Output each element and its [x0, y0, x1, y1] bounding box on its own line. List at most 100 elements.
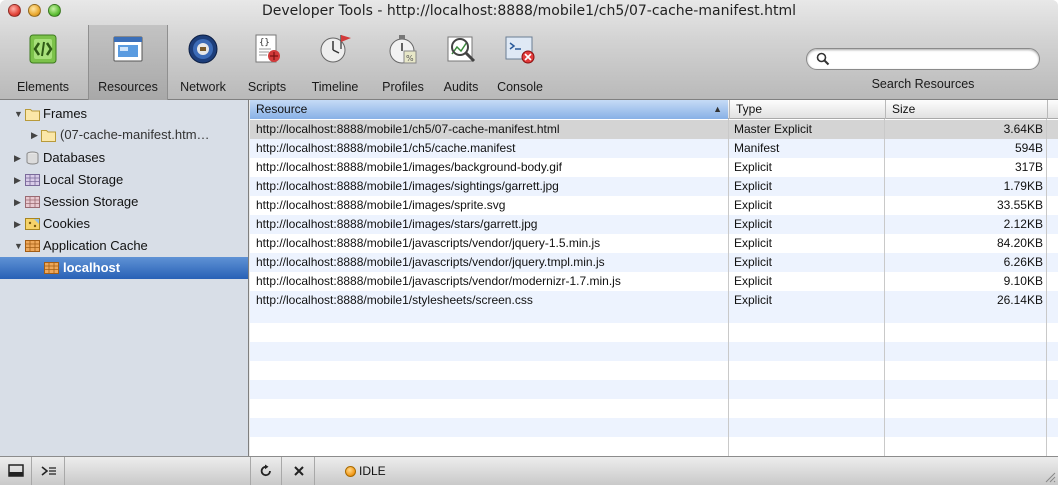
resource-cell: http://localhost:8888/mobile1/images/bac… [256, 160, 562, 174]
resource-cell: http://localhost:8888/mobile1/ch5/07-cac… [256, 122, 560, 136]
search-icon [816, 52, 830, 66]
cache-status-text: IDLE [359, 464, 386, 478]
resource-cell: http://localhost:8888/mobile1/images/spr… [256, 198, 506, 212]
folder-icon [25, 109, 40, 121]
column-header-size[interactable]: Size [885, 100, 1046, 119]
table-row[interactable]: http://localhost:8888/mobile1/images/bac… [250, 158, 1058, 177]
status-bar: IDLE [0, 456, 1058, 485]
table-row[interactable]: http://localhost:8888/mobile1/javascript… [250, 272, 1058, 291]
refresh-button[interactable] [250, 457, 282, 485]
sidebar-item-label: Databases [43, 150, 106, 165]
column-header-type[interactable]: Type [729, 100, 884, 119]
console-toggle-button[interactable] [33, 457, 65, 485]
column-divider[interactable] [1046, 100, 1047, 456]
console-icon [505, 36, 535, 64]
audits-icon [447, 36, 476, 63]
disclosure-collapsed-icon[interactable]: ▶ [31, 124, 41, 146]
toolbar-label: Timeline [311, 80, 359, 94]
size-cell: 6.26KB [1003, 255, 1043, 269]
table-row[interactable]: http://localhost:8888/mobile1/javascript… [250, 234, 1058, 253]
toolbar-label: Elements [16, 80, 70, 94]
size-cell: 84.20KB [996, 236, 1043, 250]
sidebar-item-label: Session Storage [43, 194, 139, 209]
toolbar-label: Resources [98, 80, 158, 94]
toolbar-scripts-button[interactable]: {} Scripts [236, 29, 298, 97]
app-cache-icon [44, 262, 59, 274]
column-header-label: Size [892, 102, 916, 116]
toolbar-console-button[interactable]: Console [488, 29, 552, 97]
sidebar-item-local-storage[interactable]: ▶ Local Storage [0, 169, 248, 191]
disclosure-collapsed-icon[interactable]: ▶ [14, 169, 24, 191]
toolbar-label: Network [180, 80, 226, 94]
type-cell: Explicit [734, 179, 773, 193]
table-row[interactable]: http://localhost:8888/mobile1/javascript… [250, 253, 1058, 272]
table-row[interactable]: http://localhost:8888/mobile1/images/spr… [250, 196, 1058, 215]
resources-sidebar: ▼ Frames ▶ (07-cache-manifest.htm… ▶ Dat… [0, 100, 249, 456]
folder-icon [41, 130, 56, 142]
column-header-resource[interactable]: Resource ▲ [250, 100, 728, 119]
svg-text:{}: {} [259, 38, 270, 48]
search-resources-field[interactable] [806, 48, 1040, 70]
toolbar-timeline-button[interactable]: Timeline [300, 29, 370, 97]
sort-ascending-icon: ▲ [713, 104, 722, 114]
toolbar-label: Scripts [247, 80, 287, 94]
toolbar-label: Profiles [382, 80, 424, 94]
toolbar-audits-button[interactable]: Audits [436, 29, 486, 97]
sidebar-item-application-cache[interactable]: ▼ Application Cache [0, 235, 248, 257]
type-cell: Explicit [734, 198, 773, 212]
table-row[interactable]: http://localhost:8888/mobile1/stylesheet… [250, 291, 1058, 310]
sidebar-item-localhost[interactable]: localhost [0, 257, 248, 279]
toolbar-resources-button[interactable]: Resources [88, 25, 168, 100]
table-row[interactable]: http://localhost:8888/mobile1/images/sta… [250, 215, 1058, 234]
timeline-icon [320, 35, 351, 63]
search-input[interactable] [833, 51, 1033, 67]
toolbar-elements-button[interactable]: Elements [0, 29, 86, 97]
column-divider[interactable] [884, 100, 885, 456]
delete-icon [293, 466, 304, 476]
size-cell: 33.55KB [996, 198, 1043, 212]
toolbar-network-button[interactable]: Network [172, 29, 234, 97]
resize-grip-icon[interactable] [1042, 469, 1056, 483]
type-cell: Manifest [734, 141, 780, 155]
size-cell: 9.10KB [1003, 274, 1043, 288]
profiles-icon: % [389, 35, 417, 64]
disclosure-expanded-icon[interactable]: ▼ [14, 103, 24, 125]
sidebar-item-cookies[interactable]: ▶ Cookies [0, 213, 248, 235]
resources-icon [113, 36, 143, 62]
empty-row [250, 342, 1058, 361]
size-cell: 1.79KB [1003, 179, 1043, 193]
devtools-window: Developer Tools - http://localhost:8888/… [0, 0, 1058, 485]
sidebar-item-label: Local Storage [43, 172, 124, 187]
empty-row [250, 418, 1058, 437]
sidebar-item-label: (07-cache-manifest.htm… [60, 127, 210, 142]
table-row[interactable]: http://localhost:8888/mobile1/ch5/cache.… [250, 139, 1058, 158]
type-cell: Explicit [734, 274, 773, 288]
dock-icon [7, 464, 24, 477]
delete-button[interactable] [283, 457, 315, 485]
toolbar-profiles-button[interactable]: % Profiles [372, 29, 434, 97]
network-icon [188, 34, 218, 64]
size-cell: 594B [1014, 141, 1043, 155]
column-header-label: Resource [256, 102, 308, 116]
console-prompt-icon [41, 466, 56, 476]
window-chrome: Developer Tools - http://localhost:8888/… [0, 0, 1058, 100]
column-header-label: Type [736, 102, 763, 116]
resource-cell: http://localhost:8888/mobile1/stylesheet… [256, 293, 533, 307]
table-row[interactable]: http://localhost:8888/mobile1/images/sig… [250, 177, 1058, 196]
disclosure-expanded-icon[interactable]: ▼ [14, 235, 24, 257]
disclosure-collapsed-icon[interactable]: ▶ [14, 191, 24, 213]
sidebar-item-frame-document[interactable]: ▶ (07-cache-manifest.htm… [0, 124, 248, 146]
size-cell: 3.64KB [1003, 122, 1043, 136]
resource-cell: http://localhost:8888/mobile1/javascript… [256, 274, 621, 288]
resource-cell: http://localhost:8888/mobile1/javascript… [256, 236, 601, 250]
dock-toggle-button[interactable] [0, 457, 32, 485]
sidebar-item-session-storage[interactable]: ▶ Session Storage [0, 191, 248, 213]
table-row[interactable]: http://localhost:8888/mobile1/ch5/07-cac… [250, 120, 1058, 139]
disclosure-collapsed-icon[interactable]: ▶ [14, 147, 24, 169]
type-cell: Explicit [734, 217, 773, 231]
disclosure-collapsed-icon[interactable]: ▶ [14, 213, 24, 235]
svg-text:%: % [406, 54, 414, 63]
column-divider[interactable] [728, 100, 729, 456]
sidebar-item-frames[interactable]: ▼ Frames [0, 103, 248, 125]
sidebar-item-databases[interactable]: ▶ Databases [0, 147, 248, 169]
